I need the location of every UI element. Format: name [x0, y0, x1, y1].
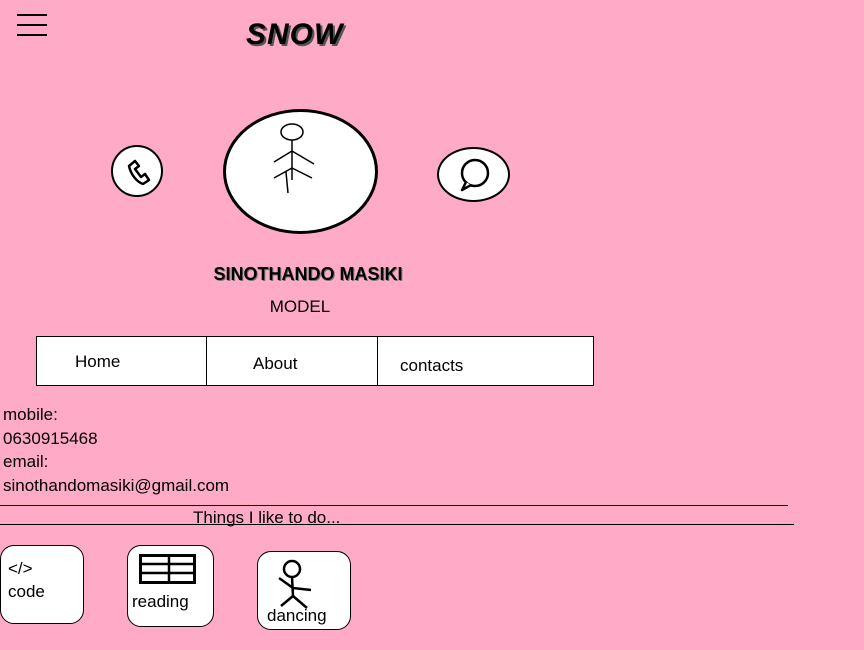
hobby-label: dancing [267, 606, 327, 625]
phone-button[interactable] [111, 145, 163, 197]
chat-bubble-icon [460, 158, 489, 191]
likes-title: Things I like to do... [193, 508, 341, 527]
hobby-card-reading[interactable]: reading [127, 545, 214, 627]
nav-item-about[interactable]: About [206, 337, 378, 385]
divider [0, 505, 788, 506]
hobby-label: code [8, 582, 45, 601]
profile-avatar [223, 109, 378, 234]
profile-name: SINOTHANDO MASIKI [213, 264, 403, 284]
hamburger-icon-line [17, 34, 47, 36]
hamburger-menu-button[interactable] [17, 14, 47, 36]
mobile-value: 0630915468 [3, 428, 98, 448]
hamburger-icon-line [17, 24, 47, 26]
nav-item-contacts[interactable]: contacts [377, 337, 593, 385]
chat-button[interactable] [437, 147, 510, 202]
phone-icon [127, 159, 151, 186]
hobby-label: reading [132, 592, 189, 611]
stick-figure-icon [273, 122, 314, 193]
dancer-icon [278, 559, 312, 609]
nav-item-label: Home [75, 352, 121, 371]
profile-role: MODEL [269, 297, 331, 316]
divider [0, 524, 794, 525]
mobile-label: mobile: [3, 405, 58, 424]
contact-info: mobile: 0630915468 email: sinothandomasi… [3, 403, 229, 497]
nav-item-label: contacts [400, 356, 464, 375]
email-value: sinothandomasiki@gmail.com [3, 475, 230, 495]
hamburger-icon [17, 14, 47, 16]
email-label: email: [3, 452, 49, 471]
hobby-card-code[interactable]: </> code [0, 545, 84, 624]
brand-title: SNOW [246, 18, 344, 51]
book-icon [139, 554, 196, 584]
nav-bar: Home About contacts [36, 336, 594, 386]
code-icon: </> [8, 559, 33, 578]
nav-item-home[interactable]: Home [37, 337, 207, 385]
hobby-card-dancing[interactable]: dancing [257, 551, 351, 630]
nav-item-label: About [253, 354, 298, 373]
